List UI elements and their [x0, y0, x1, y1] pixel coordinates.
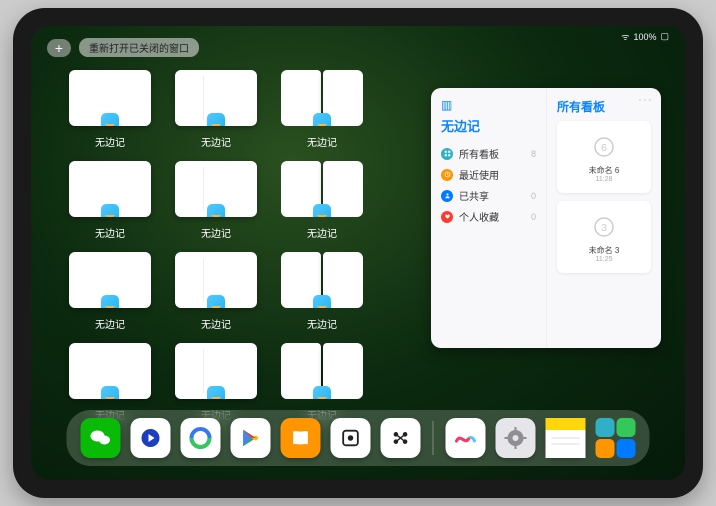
freeform-icon	[454, 426, 478, 450]
freeform-sidebar-panel[interactable]: ▥ 无边记 所有看板 8 最近使用 已共享 0	[431, 88, 661, 348]
reopen-closed-window-button[interactable]: 重新打开已关闭的窗口	[79, 38, 199, 57]
notes-icon	[546, 418, 586, 458]
window-label: 无边记	[95, 225, 125, 240]
dock-app-settings[interactable]	[496, 418, 536, 458]
sidebar-item-label: 所有看板	[459, 146, 499, 161]
dock-app-qq-browser[interactable]	[181, 418, 221, 458]
freeform-icon	[101, 295, 119, 308]
panel-right: ··· 所有看板 6 未命名 6 11:28 3 未命名 3 11:25	[546, 88, 661, 348]
battery-text: 100%	[633, 32, 656, 42]
board-thumbnail-icon: 6	[589, 132, 619, 162]
window-thumbnail[interactable]: 无边记	[281, 161, 363, 240]
status-bar: ᯤ 100% ▢	[621, 30, 669, 43]
freeform-icon	[101, 386, 119, 399]
dock-app-books[interactable]	[281, 418, 321, 458]
freeform-icon	[313, 204, 331, 217]
stage-manager-grid: 无边记 无边记 无边记 无边记 无边记 无边记	[69, 70, 429, 422]
top-controls: + 重新打开已关闭的窗口	[47, 38, 199, 57]
dock-app-wechat[interactable]	[81, 418, 121, 458]
window-label: 无边记	[95, 134, 125, 149]
freeform-icon	[101, 204, 119, 217]
app-library-tile-icon	[596, 439, 615, 458]
sidebar-item-shared[interactable]: 已共享 0	[441, 185, 536, 206]
window-label: 无边记	[95, 316, 125, 331]
board-date: 11:25	[596, 256, 613, 263]
person-icon	[441, 190, 453, 202]
heart-icon	[441, 211, 453, 223]
svg-text:3: 3	[601, 221, 607, 233]
dock-app-notes[interactable]	[546, 418, 586, 458]
dock-app-google-play[interactable]	[231, 418, 271, 458]
sidebar-item-label: 最近使用	[459, 167, 499, 182]
window-thumbnail[interactable]: 无边记	[281, 252, 363, 331]
sidebar-item-all-boards[interactable]: 所有看板 8	[441, 143, 536, 164]
window-thumbnail[interactable]: 无边记	[69, 252, 151, 331]
app-library-tile-icon	[596, 418, 615, 437]
app-library-tile-icon	[617, 418, 636, 437]
dock-app-freeform[interactable]	[446, 418, 486, 458]
sidebar-toggle-icon[interactable]: ▥	[441, 98, 536, 112]
freeform-icon	[313, 113, 331, 126]
freeform-icon	[313, 295, 331, 308]
board-title: 未命名 3	[589, 245, 620, 256]
sidebar-item-favorites[interactable]: 个人收藏 0	[441, 206, 536, 227]
dock-app-library[interactable]	[596, 418, 636, 458]
board-date: 11:28	[596, 176, 613, 183]
freeform-icon	[101, 113, 119, 126]
panel-right-title: 所有看板	[557, 98, 651, 115]
google-play-icon	[240, 427, 262, 449]
screen: ᯤ 100% ▢ + 重新打开已关闭的窗口 无边记 无边记 无边记	[31, 26, 685, 480]
freeform-icon	[207, 204, 225, 217]
window-label: 无边记	[201, 134, 231, 149]
grid-icon	[441, 148, 453, 160]
window-thumbnail[interactable]: 无边记	[175, 252, 257, 331]
dock-app-tencent-video[interactable]	[131, 418, 171, 458]
books-icon	[290, 427, 312, 449]
app-library-tile-icon	[617, 439, 636, 458]
window-label: 无边记	[201, 316, 231, 331]
sidebar-item-recent[interactable]: 最近使用	[441, 164, 536, 185]
svg-text:6: 6	[601, 141, 607, 153]
window-thumbnail[interactable]: 无边记	[69, 161, 151, 240]
battery-icon: ▢	[660, 31, 669, 42]
dock	[67, 410, 650, 466]
window-thumbnail[interactable]: 无边记	[175, 70, 257, 149]
window-thumbnail[interactable]: 无边记	[69, 70, 151, 149]
board-card[interactable]: 6 未命名 6 11:28	[557, 121, 651, 193]
new-window-button[interactable]: +	[47, 39, 71, 57]
board-title: 未命名 6	[589, 165, 620, 176]
wechat-icon	[89, 426, 113, 450]
dock-app-generic-2[interactable]	[381, 418, 421, 458]
more-button[interactable]: ···	[638, 92, 653, 106]
count-badge: 8	[531, 149, 536, 159]
freeform-icon	[313, 386, 331, 399]
sidebar-item-label: 已共享	[459, 188, 489, 203]
board-thumbnail-icon: 3	[589, 212, 619, 242]
window-thumbnail[interactable]: 无边记	[175, 161, 257, 240]
clock-icon	[441, 169, 453, 181]
window-label: 无边记	[307, 316, 337, 331]
wifi-icon: ᯤ	[621, 30, 629, 43]
dots-icon	[390, 427, 412, 449]
freeform-icon	[207, 295, 225, 308]
window-thumbnail[interactable]: 无边记	[281, 70, 363, 149]
count-badge: 0	[531, 191, 536, 201]
sidebar-item-label: 个人收藏	[459, 209, 499, 224]
ipad-frame: ᯤ 100% ▢ + 重新打开已关闭的窗口 无边记 无边记 无边记	[13, 8, 703, 498]
panel-title: 无边记	[441, 116, 536, 135]
freeform-icon	[207, 386, 225, 399]
dock-separator	[433, 421, 434, 455]
freeform-icon	[207, 113, 225, 126]
square-dot-icon	[340, 427, 362, 449]
count-badge: 0	[531, 212, 536, 222]
panel-left: ▥ 无边记 所有看板 8 最近使用 已共享 0	[431, 88, 546, 348]
dock-app-generic-1[interactable]	[331, 418, 371, 458]
window-label: 无边记	[307, 225, 337, 240]
board-card[interactable]: 3 未命名 3 11:25	[557, 201, 651, 273]
qq-browser-icon	[189, 426, 213, 450]
gear-icon	[504, 426, 528, 450]
window-label: 无边记	[201, 225, 231, 240]
tencent-video-icon	[139, 426, 163, 450]
window-label: 无边记	[307, 134, 337, 149]
